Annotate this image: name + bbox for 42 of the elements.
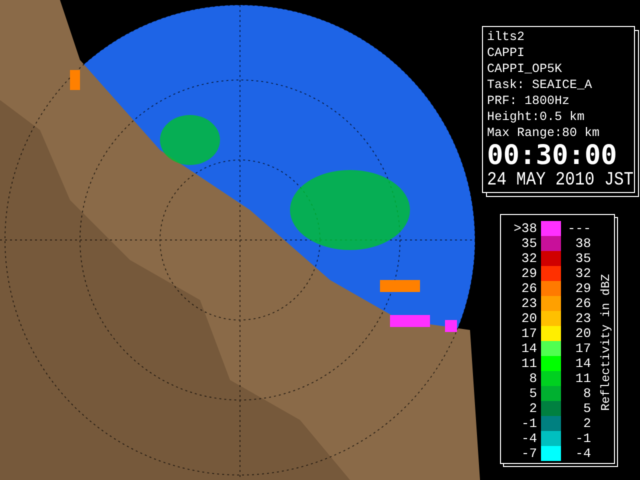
legend-high-value: 5 (582, 401, 591, 416)
legend-low-value: 20 (520, 311, 537, 326)
info-line: Height:0.5 km (487, 109, 586, 125)
legend-high-value: 17 (574, 341, 591, 356)
legend-high-value: 11 (574, 371, 591, 386)
legend-title: Reflectivity in dBZ (599, 274, 613, 410)
legend-high-value: 35 (574, 251, 591, 266)
legend-high-value: 8 (582, 386, 591, 401)
legend-high-value: --- (566, 221, 591, 236)
legend-low-value: 8 (528, 371, 537, 386)
legend-high-value: 20 (574, 326, 591, 341)
legend-high-value: -1 (574, 431, 591, 446)
legend-high-value: 2 (582, 416, 591, 431)
legend-low-value: -7 (520, 446, 537, 461)
legend-high-value: 26 (574, 296, 591, 311)
info-line: ilts2 (487, 29, 526, 45)
info-line: CAPPI_OP5K (487, 61, 564, 77)
legend-low-value: 5 (528, 386, 537, 401)
legend-high-value: -4 (574, 446, 591, 461)
legend-high-value: 29 (574, 281, 591, 296)
legend-low-value: 17 (520, 326, 537, 341)
date-text: 24 MAY 2010 JST (487, 168, 631, 192)
info-line: PRF: 1800Hz (487, 93, 571, 109)
legend-low-value: -1 (520, 416, 537, 431)
time-text: 00:30:00 (487, 142, 618, 170)
legend-high-value: 38 (574, 236, 591, 251)
legend-low-value: 29 (520, 266, 537, 281)
legend-low-value: 23 (520, 296, 537, 311)
legend-low-value: 32 (520, 251, 537, 266)
legend-low-value: 2 (528, 401, 537, 416)
legend-low-value: >38 (512, 221, 537, 236)
legend-low-value: -4 (520, 431, 537, 446)
legend-low-value: 11 (520, 356, 537, 371)
legend-high-value: 32 (574, 266, 591, 281)
legend-low-value: 35 (520, 236, 537, 251)
info-line: CAPPI (487, 45, 526, 61)
legend-high-value: 14 (574, 356, 591, 371)
legend-low-value: 14 (520, 341, 537, 356)
info-line: Max Range:80 km (487, 125, 601, 141)
legend-high-value: 23 (574, 311, 591, 326)
info-line: Task: SEAICE_A (487, 77, 594, 93)
legend-low-value: 26 (520, 281, 537, 296)
